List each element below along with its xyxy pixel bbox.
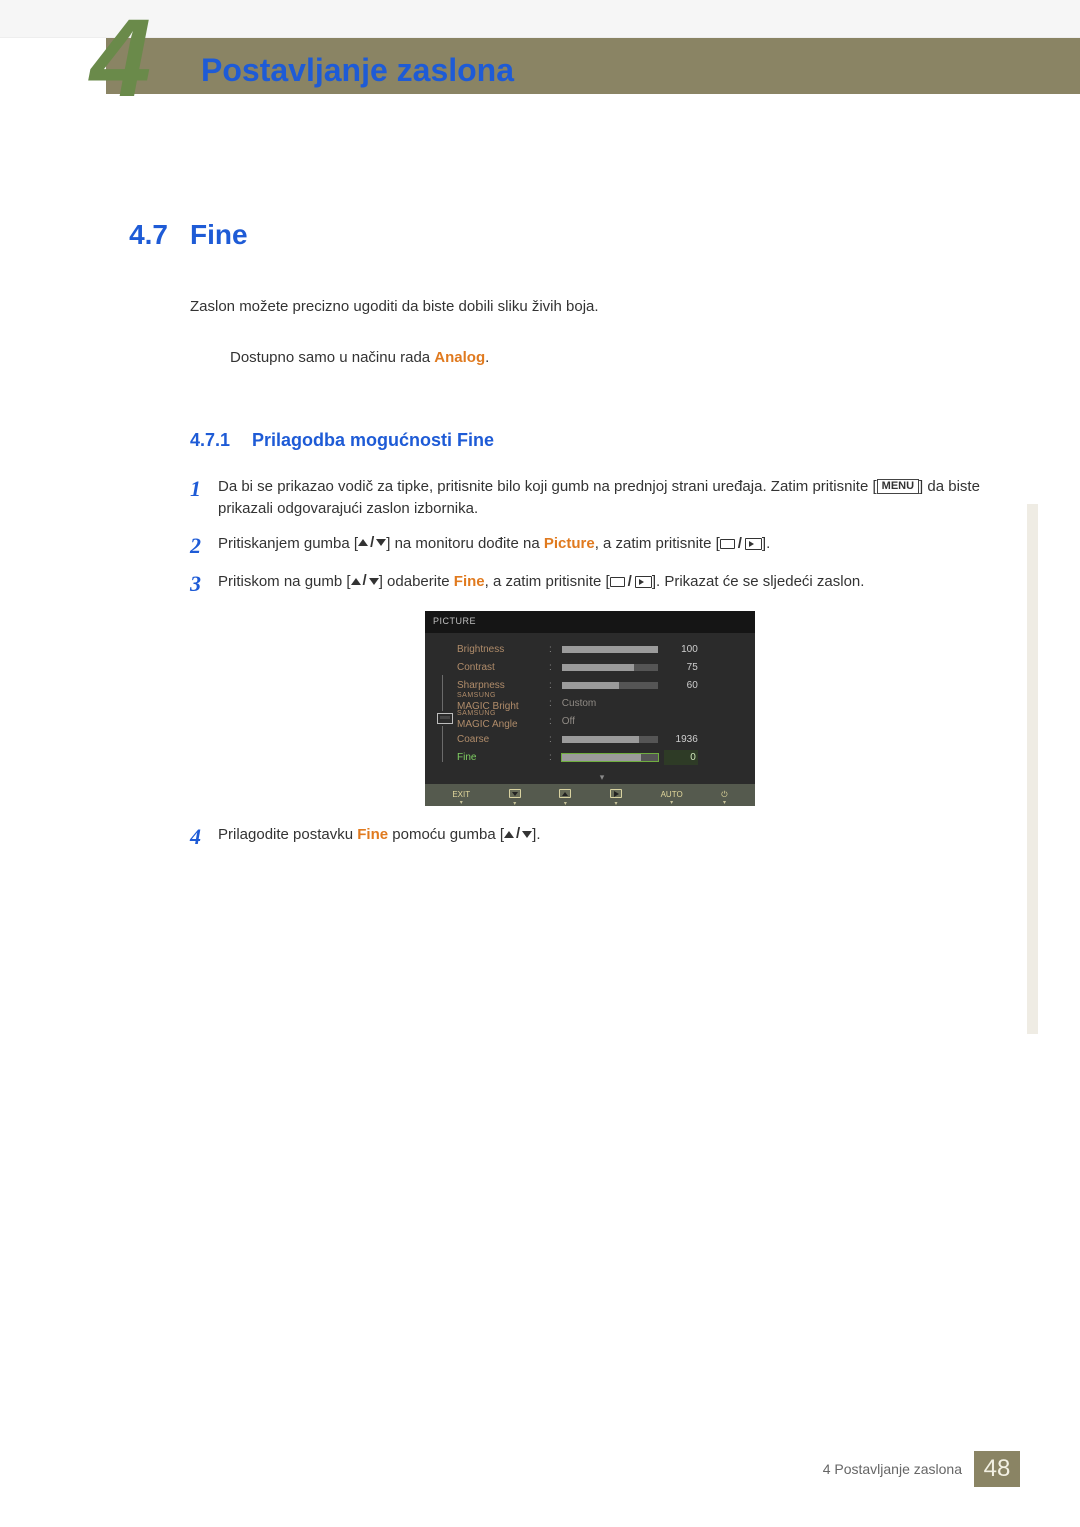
osd-row-value: 75 — [664, 660, 698, 675]
osd-footer-power-icon: ⏻ — [721, 790, 727, 799]
menu-button-icon: MENU — [877, 479, 919, 494]
step-2-number: 2 — [190, 533, 218, 559]
osd-bar — [562, 646, 658, 653]
osd-row-value: Off — [562, 714, 575, 729]
up-down-arrows-icon: / — [351, 570, 379, 593]
osd-chevron-down-icon: ▾ — [425, 771, 755, 785]
step-3-text-d: ]. Prikazat će se sljedeći zaslon. — [652, 573, 865, 590]
section-number: 4.7 — [106, 214, 190, 256]
step-2: 2 Pritiskanjem gumba [/] na monitoru dođ… — [190, 533, 990, 559]
step-1-number: 1 — [190, 476, 218, 521]
up-down-arrows-icon: / — [358, 532, 386, 555]
step-2-text-b: ] na monitoru dođite na — [386, 535, 544, 552]
step-3: 3 Pritiskom na gumb [/] odaberite Fine, … — [190, 571, 990, 597]
osd-colon: : — [549, 642, 552, 657]
step-2-text-d: ]. — [762, 535, 770, 552]
osd-colon: : — [549, 678, 552, 693]
note-suffix: . — [485, 349, 489, 366]
osd-row-label: Fine — [457, 750, 543, 765]
osd-row: Contrast: 75 — [457, 659, 745, 677]
osd-row-label: Contrast — [457, 660, 543, 675]
osd-brace-icon — [442, 675, 448, 711]
step-2-text-c: , a zatim pritisnite [ — [595, 535, 720, 552]
note-icon — [190, 347, 212, 369]
osd-row: SAMSUNGMAGIC Bright:Custom — [457, 695, 745, 713]
osd-row-label: Sharpness — [457, 678, 543, 693]
step-1-text-a: Da bi se prikazao vodič za tipke, pritis… — [218, 478, 877, 495]
step-3-text-b: ] odaberite — [379, 573, 454, 590]
osd-colon: : — [549, 696, 552, 711]
page-footer: 4 Postavljanje zaslona 48 — [823, 1451, 1020, 1487]
osd-bar — [562, 682, 658, 689]
subsection-title: Prilagodba mogućnosti Fine — [252, 427, 494, 454]
osd-footer-exit: EXIT — [452, 790, 470, 799]
osd-title: PICTURE — [425, 611, 755, 633]
section-title: Fine — [190, 214, 248, 256]
step-1: 1 Da bi se prikazao vodič za tipke, prit… — [190, 476, 990, 521]
osd-bar — [562, 754, 658, 761]
osd-row: Coarse: 1936 — [457, 731, 745, 749]
osd-row-label: Coarse — [457, 732, 543, 747]
step-3-number: 3 — [190, 571, 218, 597]
osd-menu: PICTURE Brightness: 100 Contrast: 75 Sharpne… — [425, 611, 755, 806]
osd-colon: : — [549, 660, 552, 675]
note-bold: Analog — [434, 349, 485, 366]
step-3-text-c: , a zatim pritisnite [ — [485, 573, 610, 590]
osd-row-value: 1936 — [664, 732, 698, 747]
up-down-arrows-icon: / — [504, 823, 532, 846]
step-4: 4 Prilagodite postavku Fine pomoću gumba… — [190, 824, 990, 850]
osd-footer-down-icon — [509, 789, 521, 798]
footer-chapter: 4 Postavljanje zaslona — [823, 1459, 974, 1480]
step-4-text-c: ]. — [532, 827, 540, 844]
step-4-text-b: pomoću gumba [ — [388, 827, 504, 844]
enter-buttons-icon: / — [610, 571, 652, 594]
osd-row: Sharpness: 60 — [457, 677, 745, 695]
osd-bar — [562, 664, 658, 671]
osd-brace-icon — [442, 726, 448, 762]
side-strip — [1027, 504, 1038, 1034]
subsection-number: 4.7.1 — [190, 427, 252, 454]
chapter-number: 4 — [90, 4, 151, 114]
osd-row-value: Custom — [562, 696, 596, 711]
osd-footer: EXIT▾ ▾ ▾ ▾ AUTO▾ ⏻▾ — [425, 784, 755, 806]
step-3-text-a: Pritiskom na gumb [ — [218, 573, 351, 590]
chapter-header: 4 Postavljanje zaslona — [106, 38, 1080, 94]
osd-colon: : — [549, 750, 552, 765]
top-bar — [0, 0, 1080, 38]
note-text: Dostupno samo u načinu rada Analog. — [230, 347, 489, 370]
step-2-picture: Picture — [544, 535, 595, 552]
section-intro: Zaslon možete precizno ugoditi da biste … — [190, 296, 990, 319]
osd-row-value: 100 — [664, 642, 698, 657]
enter-buttons-icon: / — [720, 533, 762, 556]
note-prefix: Dostupno samo u načinu rada — [230, 349, 434, 366]
osd-monitor-icon — [437, 713, 453, 724]
step-4-text-a: Prilagodite postavku — [218, 827, 357, 844]
osd-colon: : — [549, 714, 552, 729]
osd-row: Brightness: 100 — [457, 641, 745, 659]
osd-colon: : — [549, 732, 552, 747]
step-3-fine: Fine — [454, 573, 485, 590]
osd-row: SAMSUNGMAGIC Angle: Off — [457, 713, 745, 731]
osd-footer-auto: AUTO — [661, 790, 683, 799]
osd-row-value: 0 — [664, 750, 698, 765]
note-row: Dostupno samo u načinu rada Analog. — [190, 347, 990, 387]
osd-row-label: Brightness — [457, 642, 543, 657]
step-4-number: 4 — [190, 824, 218, 850]
osd-row: Fine: 0 — [457, 749, 745, 767]
step-2-text-a: Pritiskanjem gumba [ — [218, 535, 358, 552]
chapter-title: Postavljanje zaslona — [201, 46, 514, 94]
footer-page-number: 48 — [974, 1451, 1020, 1487]
osd-footer-up-icon — [559, 789, 571, 798]
step-4-fine: Fine — [357, 827, 388, 844]
osd-footer-enter-icon — [610, 789, 622, 798]
osd-row-label: SAMSUNGMAGIC Angle — [457, 711, 543, 732]
osd-bar — [562, 736, 658, 743]
osd-row-value: 60 — [664, 678, 698, 693]
